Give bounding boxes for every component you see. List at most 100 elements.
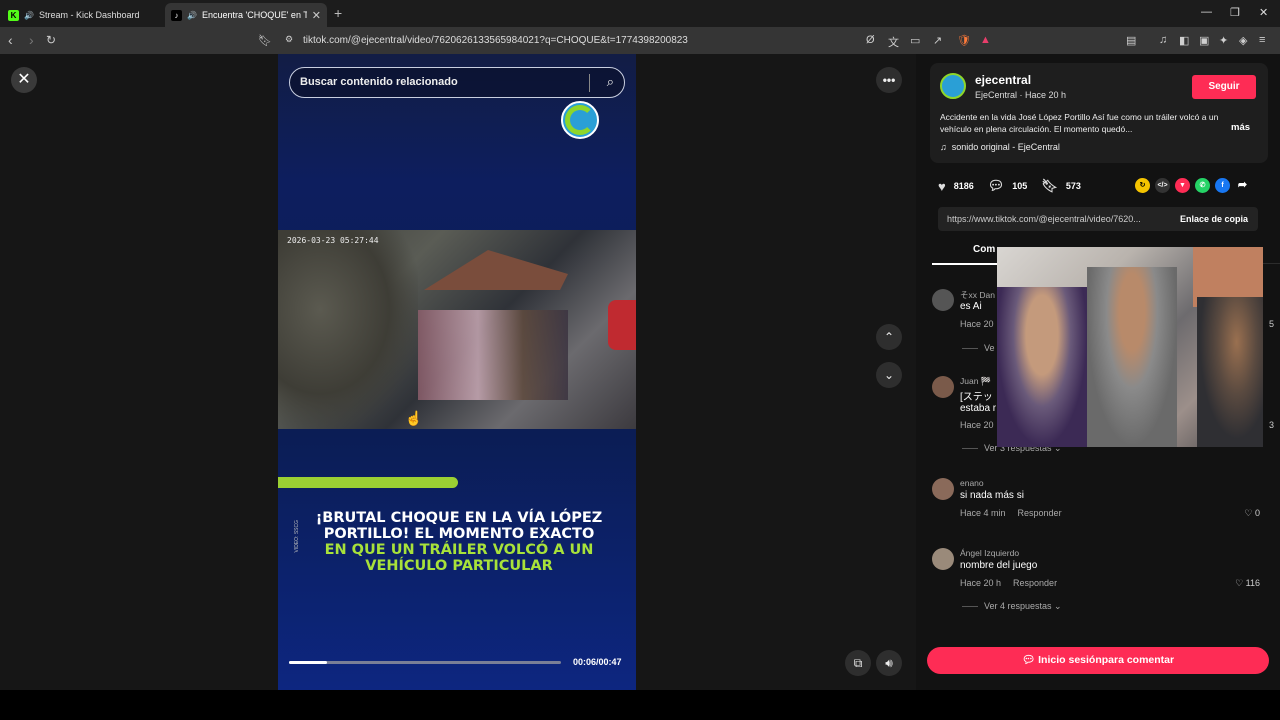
back-icon[interactable]: ‹ bbox=[8, 32, 13, 48]
copy-link-box: https://www.tiktok.com/@ejecentral/video… bbox=[938, 207, 1258, 231]
comment-time: Hace 4 min bbox=[960, 508, 1006, 518]
sound-row[interactable]: ♫ sonido original - EjeCentral bbox=[940, 142, 1060, 152]
wallet-icon[interactable]: ▣ bbox=[1199, 34, 1209, 47]
tiktok-icon: ♪ bbox=[171, 9, 182, 21]
url-field[interactable]: tiktok.com/@ejecentral/video/76206261335… bbox=[303, 35, 688, 46]
maximize-icon[interactable]: ❐ bbox=[1230, 6, 1240, 19]
window-close-icon[interactable]: ✕ bbox=[1259, 6, 1268, 19]
headline-white: ¡BRUTAL CHOQUE EN LA VÍA LÓPEZ PORTILLO!… bbox=[315, 510, 603, 542]
sidebar-icon[interactable]: ◧ bbox=[1179, 34, 1189, 47]
reply-link[interactable]: Responder bbox=[1013, 578, 1057, 588]
floating-player-icon[interactable]: ⧉ bbox=[845, 650, 871, 676]
commenter-avatar[interactable] bbox=[932, 289, 954, 311]
share-url: https://www.tiktok.com/@ejecentral/video… bbox=[947, 214, 1141, 224]
bookmark-icon[interactable]: 🔖︎ bbox=[258, 34, 272, 47]
reload-icon[interactable]: ↻ bbox=[46, 33, 56, 47]
heart-icon[interactable]: ♥ bbox=[938, 179, 946, 194]
minimize-icon[interactable]: — bbox=[1201, 6, 1212, 18]
search-icon[interactable]: ⌕ bbox=[607, 74, 614, 90]
vpn-icon[interactable]: ◈ bbox=[1239, 34, 1247, 47]
comment-icon[interactable]: 💬︎ bbox=[988, 178, 1005, 194]
tab-kick-dashboard[interactable]: K 🔊 Stream - Kick Dashboard bbox=[2, 3, 162, 27]
translate-icon[interactable]: 文 bbox=[888, 34, 899, 50]
tab-title: Stream - Kick Dashboard bbox=[38, 10, 140, 20]
comment-meta: Hace 20 h Responder bbox=[960, 578, 1057, 588]
street-stall-shape bbox=[418, 310, 568, 400]
reader-icon[interactable]: ▤ bbox=[1126, 34, 1136, 47]
tent-shape bbox=[424, 250, 568, 290]
webcam-overlay bbox=[997, 247, 1263, 447]
more-link[interactable]: más bbox=[1231, 122, 1250, 133]
ejecentral-logo bbox=[561, 101, 599, 139]
volume-icon[interactable]: 🔊︎ bbox=[876, 650, 902, 676]
video-viewer: ✕ Buscar contenido relacionado ⌕ 2026-03… bbox=[0, 54, 916, 690]
next-video-icon[interactable]: ⌄ bbox=[876, 362, 902, 388]
bookmark-save-icon[interactable]: 🔖︎ bbox=[1041, 178, 1058, 194]
send-icon[interactable]: ▼ bbox=[1175, 178, 1190, 193]
comment-like-count[interactable]: ♡ 0 bbox=[1244, 508, 1260, 519]
comment-time: Hace 20 bbox=[960, 319, 994, 329]
related-search-box[interactable]: Buscar contenido relacionado ⌕ bbox=[289, 67, 625, 98]
comment-text: es Ai bbox=[960, 301, 982, 312]
commenter-avatar[interactable] bbox=[932, 548, 954, 570]
tab-comments[interactable]: Com bbox=[973, 244, 995, 255]
red-car-shape bbox=[608, 300, 636, 350]
leo-ai-icon[interactable]: ✦ bbox=[1219, 34, 1228, 47]
comment-time: Hace 20 bbox=[960, 420, 994, 430]
commenter-name[interactable]: そxx Dan bbox=[960, 289, 995, 301]
cctv-timestamp: 2026-03-23 05:27:44 bbox=[287, 236, 379, 245]
comment-meta: Hace 4 min Responder bbox=[960, 508, 1062, 518]
commenter-avatar[interactable] bbox=[932, 376, 954, 398]
video-progress-bar[interactable] bbox=[289, 661, 561, 664]
facebook-icon[interactable]: f bbox=[1215, 178, 1230, 193]
comment-like-count[interactable]: 5 bbox=[1269, 319, 1274, 329]
speaker-icon: 🔊 bbox=[187, 10, 197, 20]
commenter-name[interactable]: Juan 🏁 bbox=[960, 376, 991, 387]
rewards-icon[interactable]: ▲ bbox=[980, 34, 991, 46]
commenter-name[interactable]: enano bbox=[960, 478, 984, 488]
like-count: 8186 bbox=[953, 181, 974, 191]
address-bar: ‹ › ↻ 🔖︎ ⚙ tiktok.com/@ejecentral/video/… bbox=[0, 27, 1280, 54]
save-count: 573 bbox=[1065, 181, 1081, 191]
no-translate-icon[interactable]: Ø bbox=[866, 34, 875, 46]
reply-link[interactable]: Responder bbox=[1018, 508, 1062, 518]
music-icon[interactable]: ♫ bbox=[1159, 34, 1167, 46]
headline-green: EN QUE UN TRÁILER VOLCÓ A UN VEHÍCULO PA… bbox=[324, 542, 594, 574]
share-arrow-icon[interactable]: ➦ bbox=[1235, 178, 1250, 193]
embed-icon[interactable]: </> bbox=[1155, 178, 1170, 193]
video-credit: VIDEO: SSCG bbox=[294, 520, 300, 553]
author-avatar[interactable] bbox=[940, 73, 966, 99]
comment-like-count[interactable]: ♡ 116 bbox=[1235, 578, 1260, 589]
author-name[interactable]: ejecentral bbox=[975, 73, 1031, 87]
more-options-icon[interactable]: ••• bbox=[876, 67, 902, 93]
author-meta: EjeCentral · Hace 20 h bbox=[975, 90, 1067, 100]
close-tab-icon[interactable]: ✕ bbox=[312, 9, 321, 22]
comment-like-count[interactable]: 3 bbox=[1269, 420, 1274, 430]
share-page-icon[interactable]: ↗ bbox=[933, 34, 942, 47]
tree-shape bbox=[278, 230, 418, 429]
comment-text-line2: estaba r bbox=[960, 403, 997, 414]
forward-icon[interactable]: › bbox=[29, 32, 34, 48]
follow-button[interactable]: Seguir bbox=[1192, 75, 1256, 99]
commenter-name[interactable]: Ángel Izquierdo bbox=[960, 548, 1019, 558]
copy-link-button[interactable]: Enlace de copia bbox=[1180, 214, 1248, 224]
site-info-icon[interactable]: ⚙ bbox=[285, 34, 293, 45]
post-info-card: ejecentral EjeCentral · Hace 20 h Seguir… bbox=[930, 63, 1268, 163]
repost-icon[interactable]: ↻ bbox=[1135, 178, 1150, 193]
view-replies-link[interactable]: Ver 4 respuestas ⌄ bbox=[962, 601, 1062, 612]
menu-icon[interactable]: ≡ bbox=[1259, 34, 1265, 46]
brave-shield-icon[interactable]: 🛡︎ bbox=[957, 34, 971, 47]
video-time: 00:06/00:47 bbox=[573, 657, 622, 667]
search-divider bbox=[589, 74, 590, 92]
tab-tiktok-search[interactable]: ♪ 🔊 Encuentra 'CHOQUE' en TikTok ✕ bbox=[165, 3, 327, 27]
video-headline: ¡BRUTAL CHOQUE EN LA VÍA LÓPEZ PORTILLO!… bbox=[314, 510, 604, 574]
close-viewer-button[interactable]: ✕ bbox=[11, 67, 37, 93]
login-to-comment-button[interactable]: 💬︎ Inicio sesiónpara comentar bbox=[927, 647, 1269, 674]
video-player[interactable]: Buscar contenido relacionado ⌕ 2026-03-2… bbox=[278, 54, 636, 690]
commenter-avatar[interactable] bbox=[932, 478, 954, 500]
cast-icon[interactable]: ▭ bbox=[910, 34, 920, 47]
whatsapp-icon[interactable]: ✆ bbox=[1195, 178, 1210, 193]
view-replies-link[interactable]: Ve bbox=[962, 343, 995, 353]
previous-video-icon[interactable]: ⌃ bbox=[876, 324, 902, 350]
new-tab-button[interactable]: + bbox=[334, 5, 342, 21]
